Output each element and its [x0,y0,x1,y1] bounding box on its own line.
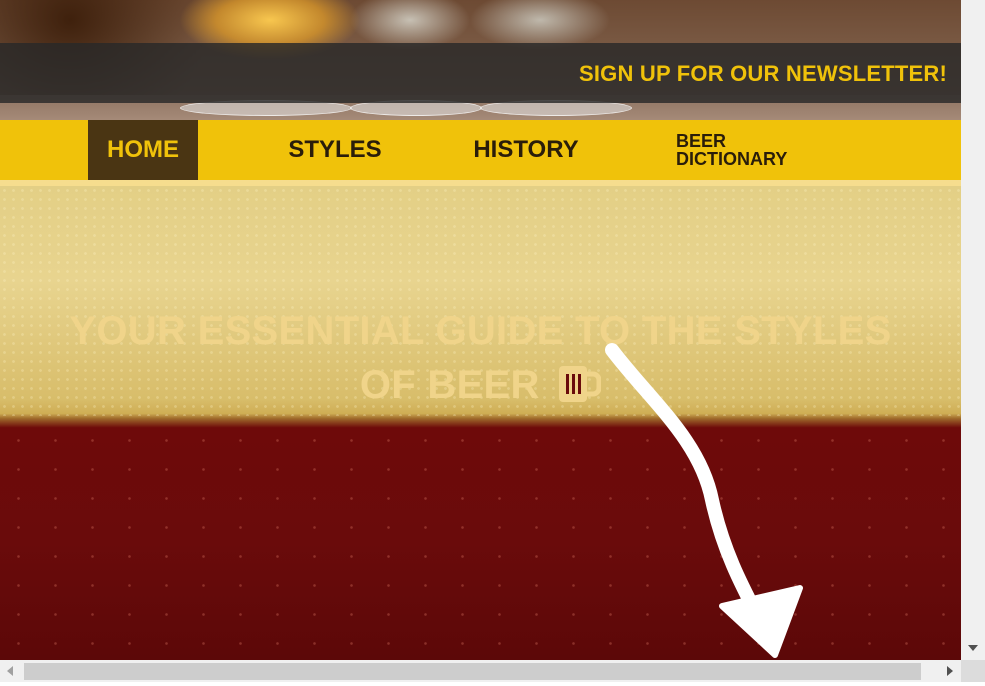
chevron-left-icon[interactable] [0,660,22,682]
page-viewport: SIGN UP FOR OUR NEWSLETTER! HOME STYLES … [0,0,961,660]
scrollbar-corner [961,660,985,682]
scrollbar-thumb[interactable] [24,663,921,680]
vertical-scrollbar[interactable] [961,0,985,660]
horizontal-scrollbar[interactable] [0,660,961,682]
curved-arrow-icon [605,343,803,658]
chevron-down-icon[interactable] [961,636,985,660]
chevron-right-icon[interactable] [939,660,961,682]
